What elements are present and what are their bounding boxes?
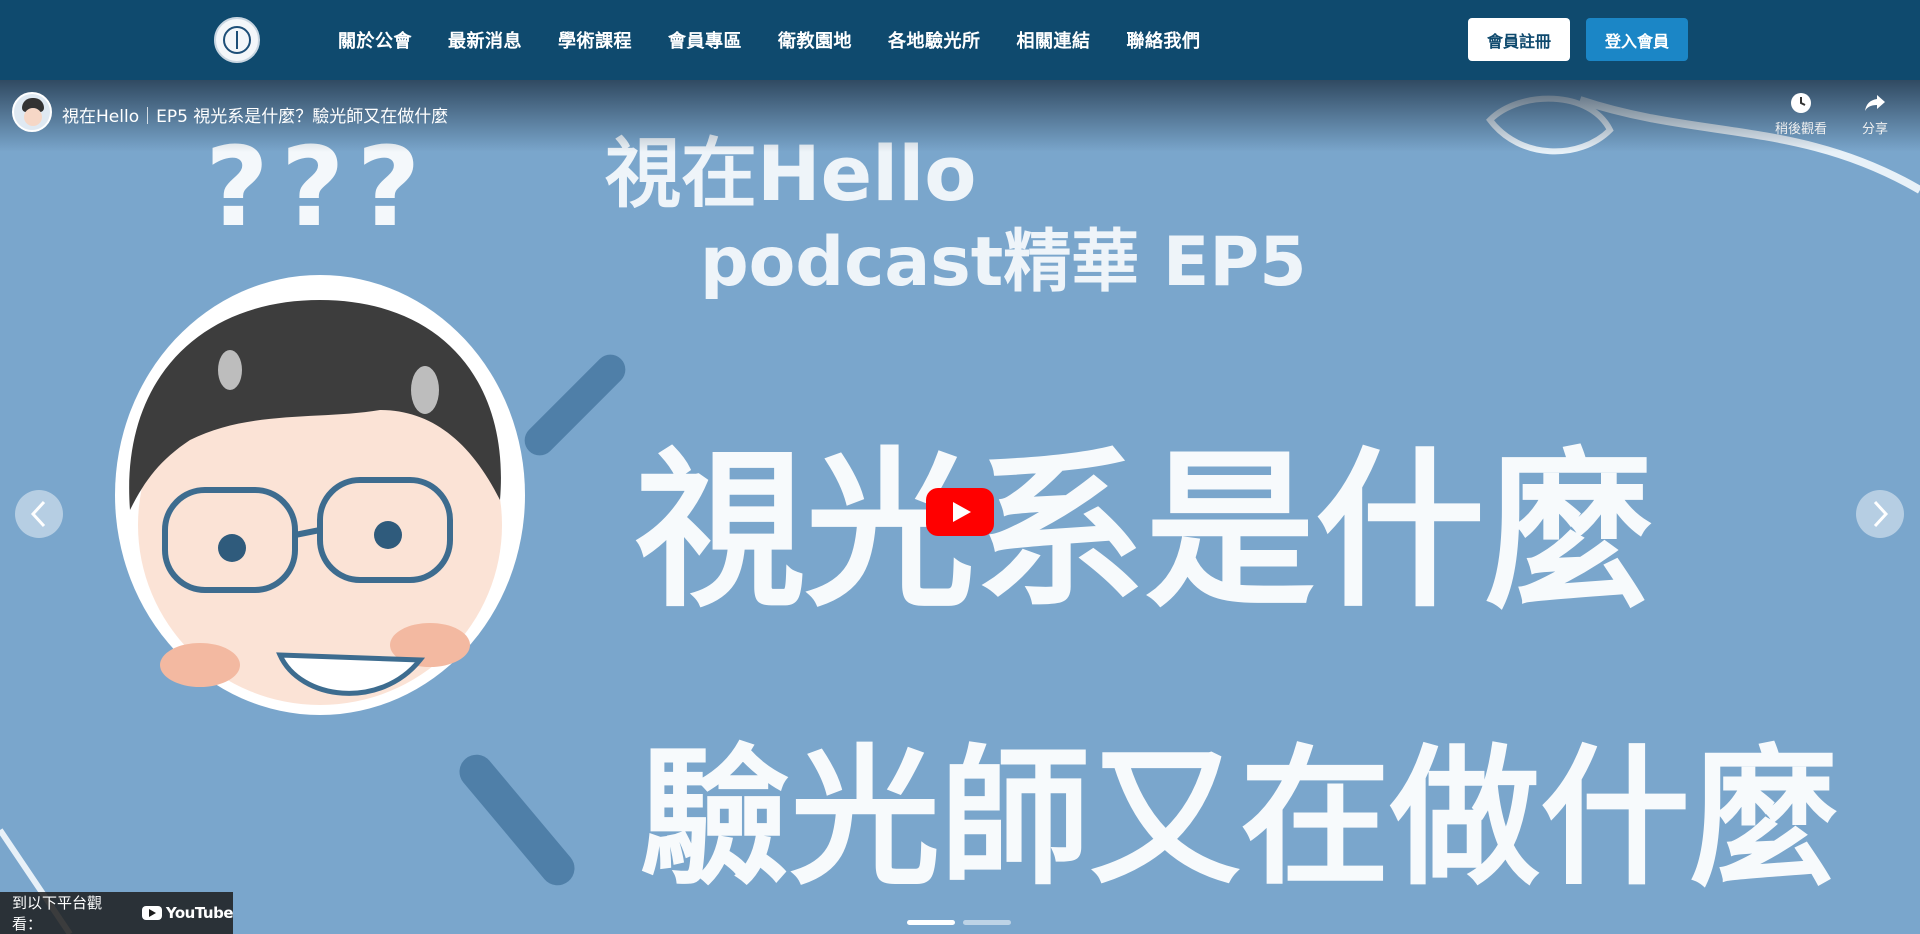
top-navbar: 關於公會 最新消息 學術課程 會員專區 衛教園地 各地驗光所 相關連結 聯絡我們… [0,0,1920,80]
nav-item-contact[interactable]: 聯絡我們 [1109,27,1219,53]
nav-item-members[interactable]: 會員專區 [650,27,760,53]
main-nav: 關於公會 最新消息 學術課程 會員專區 衛教園地 各地驗光所 相關連結 聯絡我們 [320,0,1219,80]
watch-later-button[interactable]: 稍後觀看 [1766,92,1836,137]
association-logo-icon[interactable] [214,17,260,63]
thumb-headline-1: 視光系是什麼 [635,433,1655,631]
carousel-dot-1[interactable] [907,920,955,925]
carousel-next-button[interactable] [1856,490,1904,538]
thumb-headline-2: 驗光師又在做什麼 [640,732,1840,906]
register-button[interactable]: 會員註冊 [1468,18,1570,61]
share-button[interactable]: 分享 [1840,92,1910,137]
nav-item-links[interactable]: 相關連結 [999,27,1109,53]
chevron-left-icon [30,500,46,528]
nav-item-health-education[interactable]: 衛教園地 [760,27,870,53]
youtube-logo: YouTube [141,904,234,922]
video-title-bar: 視在Hello｜EP5 視光系是什麼？驗光師又在做什麼 稍後觀看 分享 [0,80,1920,152]
nav-item-about[interactable]: 關於公會 [320,27,430,53]
clock-icon [1791,93,1811,113]
watch-on-youtube-bar[interactable]: 到以下平台觀看： YouTube [0,892,234,934]
watch-on-label: 到以下平台觀看： [12,894,103,933]
nav-item-news[interactable]: 最新消息 [430,27,540,53]
carousel-prev-button[interactable] [15,490,63,538]
watch-later-label: 稍後觀看 [1774,122,1827,137]
carousel-dot-2[interactable] [963,920,1011,925]
play-button-icon[interactable] [926,488,994,536]
share-arrow-icon [1865,95,1885,111]
video-title[interactable]: 視在Hello｜EP5 視光系是什麼？驗光師又在做什麼 [62,102,448,127]
carousel-pagination [907,920,1011,925]
nav-item-optometry-clinics[interactable]: 各地驗光所 [870,27,999,53]
logo-emblem [223,26,251,54]
chevron-right-icon [1873,500,1889,528]
channel-avatar[interactable] [12,92,52,132]
nav-item-courses[interactable]: 學術課程 [540,27,650,53]
share-label: 分享 [1861,122,1888,137]
youtube-play-icon [141,906,162,920]
video-carousel: ??? 視在Hello podcast精華 EP5 視光系是什麼 驗光師又在做什… [0,80,1920,934]
thumb-podcast-label: podcast精華 EP5 [700,223,1307,302]
login-button[interactable]: 登入會員 [1586,18,1688,61]
youtube-logo-text: YouTube [165,904,234,922]
